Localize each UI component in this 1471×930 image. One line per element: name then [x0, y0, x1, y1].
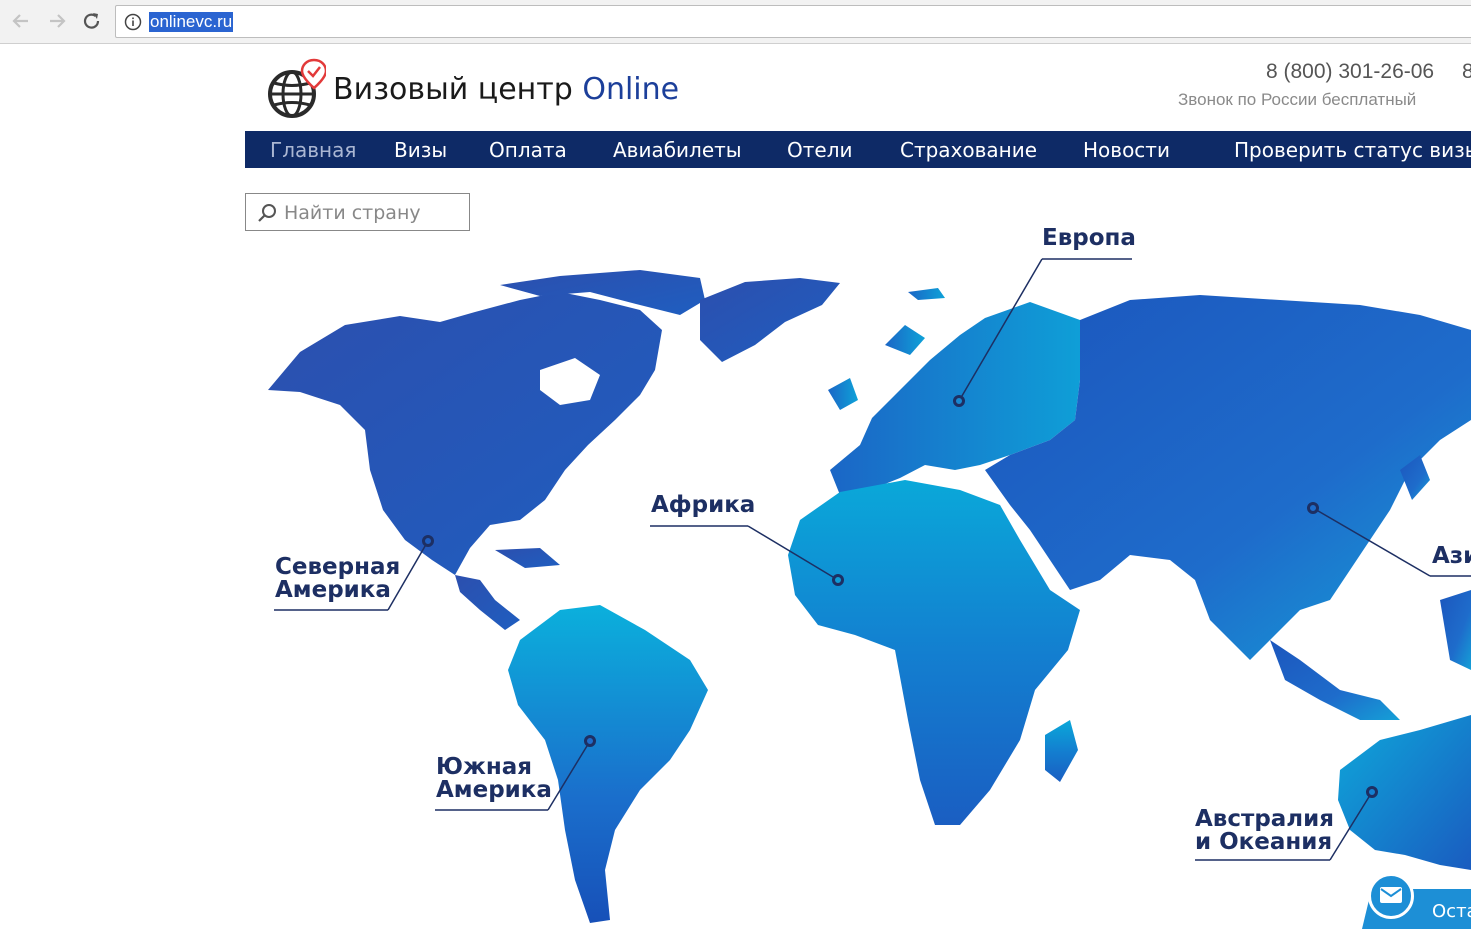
label-north-america-line1: Северная — [275, 556, 400, 579]
menu-item-flights[interactable]: Авиабилеты — [613, 138, 742, 162]
search-input[interactable] — [282, 198, 466, 228]
phone-number-extra[interactable]: 8 — [1462, 60, 1471, 84]
label-australia-line1: Австралия — [1195, 808, 1334, 831]
reload-button[interactable] — [79, 8, 105, 34]
address-bar[interactable]: onlinevc.ru — [115, 5, 1471, 38]
site-title-main: Визовый центр — [333, 72, 582, 107]
site-title-accent: Online — [582, 72, 679, 107]
site-title[interactable]: Визовый центр Online — [333, 72, 679, 107]
label-south-america-line2: Америка — [436, 779, 552, 802]
globe-pin-icon — [266, 58, 326, 122]
forward-button[interactable] — [44, 8, 70, 34]
label-europe[interactable]: Европа — [1042, 227, 1136, 250]
feedback-label[interactable]: Оста — [1432, 901, 1471, 922]
country-search — [245, 193, 470, 231]
back-button[interactable] — [8, 8, 34, 34]
mail-icon — [1379, 886, 1403, 904]
phone-note: Звонок по России бесплатный — [1178, 90, 1416, 110]
label-africa[interactable]: Африка — [651, 494, 755, 517]
label-north-america[interactable]: Северная Америка — [275, 556, 400, 602]
phone-number[interactable]: 8 (800) 301-26-06 — [1266, 60, 1434, 84]
label-north-america-line2: Америка — [275, 579, 400, 602]
label-australia[interactable]: Австралия и Океания — [1195, 808, 1334, 854]
menu-item-insurance[interactable]: Страхование — [900, 138, 1037, 162]
continent-australia[interactable] — [1338, 715, 1471, 870]
reload-icon — [79, 8, 105, 34]
menu-item-hotels[interactable]: Отели — [787, 138, 852, 162]
menu-item-visa-status[interactable]: Проверить статус визы — [1234, 138, 1471, 162]
label-australia-line2: и Океания — [1195, 831, 1334, 854]
menu-item-visas[interactable]: Визы — [394, 138, 447, 162]
arrow-right-icon — [44, 8, 70, 34]
arrow-left-icon — [8, 8, 34, 34]
feedback-widget[interactable]: Оста — [1362, 885, 1471, 930]
menu-item-news[interactable]: Новости — [1083, 138, 1170, 162]
info-icon[interactable] — [124, 13, 142, 31]
feedback-button[interactable] — [1368, 873, 1414, 919]
site-logo[interactable] — [266, 58, 326, 122]
menu-item-payment[interactable]: Оплата — [489, 138, 567, 162]
menu-item-home[interactable]: Главная — [270, 138, 356, 162]
browser-toolbar: onlinevc.ru — [0, 0, 1471, 44]
label-south-america[interactable]: Южная Америка — [436, 756, 552, 802]
url-text[interactable]: onlinevc.ru — [149, 12, 233, 32]
label-south-america-line1: Южная — [436, 756, 552, 779]
main-menu: Главная Визы Оплата Авиабилеты Отели Стр… — [245, 131, 1471, 168]
label-asia[interactable]: Ази — [1432, 545, 1471, 568]
search-icon — [257, 203, 277, 223]
